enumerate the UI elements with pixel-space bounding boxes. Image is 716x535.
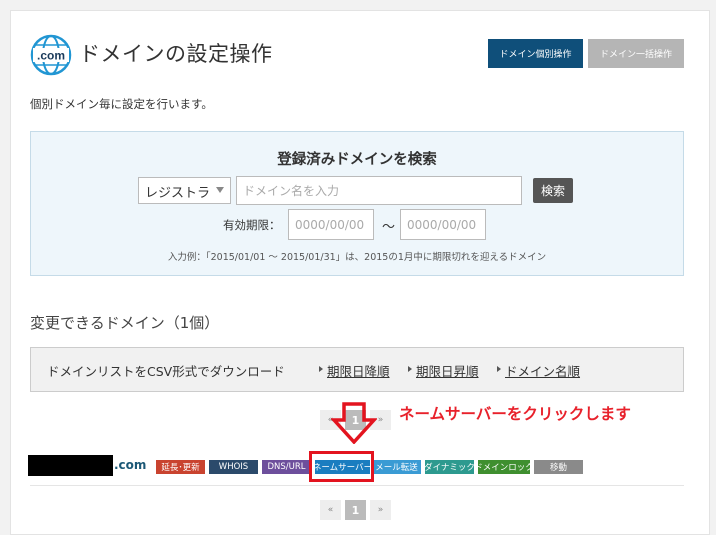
registrar-select[interactable]: レジストラ [138,177,231,204]
search-example-text: 入力例：「2015/01/01 〜 2015/01/31」は、2015の1月中に… [167,252,547,263]
sort-expiry-asc-link[interactable]: 期限日昇順 [408,361,479,380]
domain-lock-tag[interactable]: ドメインロック [474,460,534,474]
date-range-separator: 〜 [382,220,396,235]
dns-url-tag[interactable]: DNS/URL [262,460,311,474]
page-title: ドメインの設定操作 [79,42,273,66]
pager-prev-button[interactable]: « [320,500,341,520]
search-title: 登録済みドメインを検索 [277,152,437,168]
domain-globe-icon: .com [30,34,72,76]
search-panel: 登録済みドメインを検索 レジストラ ドメイン名を入力 検索 有効期限： 0000… [30,131,684,276]
row-divider [30,485,684,486]
instruction-annotation: ネームサーバーをクリックします [399,405,631,423]
sort-expiry-desc-link[interactable]: 期限日降順 [319,361,390,380]
domain-list-title: 変更できるドメイン（1個） [30,314,220,332]
expiry-label: 有効期限： [223,218,281,232]
search-button[interactable]: 検索 [533,178,573,203]
registrar-select-value: レジストラ [145,186,211,201]
pager-current-page[interactable]: 1 [345,500,366,520]
single-operation-button[interactable]: ドメイン個別操作 [488,39,583,68]
transfer-tag[interactable]: 移動 [534,460,583,474]
dynamic-dns-tag[interactable]: ダイナミック [424,460,475,474]
csv-download-text: ドメインリストをCSV形式でダウンロード [47,364,285,379]
expiry-from-input[interactable]: 0000/00/00 [288,209,374,240]
nameserver-highlight-box [309,451,374,482]
logo-text: .com [37,49,65,63]
bulk-operation-button[interactable]: ドメイン一括操作 [588,39,684,68]
pagination-bottom: « 1 » [320,500,391,520]
mail-forward-tag[interactable]: メール転送 [372,460,421,474]
down-arrow-icon [331,402,377,444]
page-description: 個別ドメイン毎に設定を行います。 [30,97,213,111]
whois-tag[interactable]: WHOIS [209,460,258,474]
redacted-domain-name [28,455,113,476]
csv-download-bar: ドメインリストをCSV形式でダウンロード 期限日降順 期限日昇順 ドメイン名順 [30,347,684,392]
pager-next-button[interactable]: » [370,500,391,520]
chevron-down-icon [216,187,224,193]
sort-domain-name-link[interactable]: ドメイン名順 [496,361,580,380]
domain-name-input[interactable]: ドメイン名を入力 [236,176,522,205]
domain-tld[interactable]: .com [114,458,146,472]
renew-tag[interactable]: 延長･更新 [156,460,205,474]
expiry-to-input[interactable]: 0000/00/00 [400,209,486,240]
